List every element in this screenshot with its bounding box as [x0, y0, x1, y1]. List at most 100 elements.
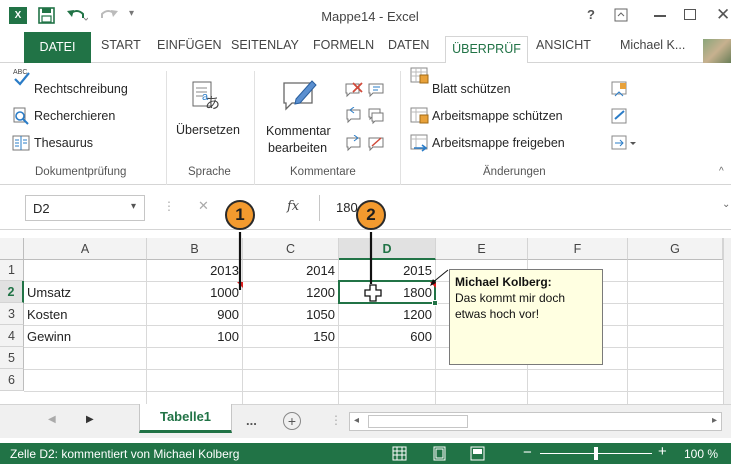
cell-d3[interactable]: 1200 [339, 305, 436, 325]
cell-a4[interactable]: Gewinn [27, 327, 147, 347]
cell-b3[interactable]: 900 [147, 305, 243, 325]
column-header-a[interactable]: A [24, 238, 147, 260]
row-header-5[interactable]: 5 [0, 347, 24, 369]
allow-ranges-icon[interactable] [611, 81, 629, 99]
zoom-level[interactable]: 100 % [684, 447, 718, 461]
row-header-6[interactable]: 6 [0, 369, 24, 391]
scroll-sheets-left-icon[interactable]: ◀ [48, 414, 56, 425]
close-button[interactable]: ✕ [716, 5, 730, 25]
tab-formulas[interactable]: FORMELN [313, 38, 374, 52]
avatar[interactable] [703, 39, 731, 63]
cell-b4[interactable]: 100 [147, 327, 243, 347]
track-changes-icon[interactable] [611, 108, 629, 126]
edit-comment-line1[interactable]: Kommentar [266, 124, 331, 138]
thesaurus-button[interactable]: Thesaurus [34, 136, 93, 150]
zoom-out-button[interactable]: − [523, 444, 532, 461]
separator [166, 71, 167, 185]
excel-logo-icon[interactable]: X [9, 7, 27, 24]
cell-c2[interactable]: 1200 [243, 283, 339, 303]
show-all-comments-icon[interactable] [367, 107, 385, 125]
tab-start[interactable]: START [101, 38, 141, 52]
expand-formula-bar-icon[interactable]: ⌄ [722, 199, 730, 210]
cancel-entry-icon[interactable]: ✕ [198, 198, 209, 214]
normal-view-icon[interactable] [392, 446, 407, 461]
column-header-b[interactable]: B [147, 238, 243, 260]
cell-c1[interactable]: 2014 [243, 261, 339, 281]
horizontal-scrollbar[interactable]: ◂ ▸ [349, 412, 722, 431]
edit-comment-line2[interactable]: bearbeiten [268, 141, 327, 155]
next-comment-icon[interactable] [344, 135, 364, 153]
ribbon-review: ABC Rechtschreibung Recherchieren Thesau… [0, 63, 731, 185]
show-ink-icon[interactable] [367, 135, 385, 153]
new-sheet-button[interactable]: + [283, 412, 301, 430]
column-header-d[interactable]: D [339, 238, 436, 260]
column-header-f[interactable]: F [528, 238, 628, 260]
column-header-e[interactable]: E [436, 238, 528, 260]
collapse-ribbon-icon[interactable]: ^ [719, 166, 724, 177]
cell-c4[interactable]: 150 [243, 327, 339, 347]
quick-access-dropdown-icon[interactable]: ▾ [129, 8, 134, 19]
maximize-button[interactable] [684, 9, 696, 20]
ribbon-display-options-icon[interactable] [614, 8, 628, 22]
column-header-c[interactable]: C [243, 238, 339, 260]
column-header-g[interactable]: G [628, 238, 723, 260]
tab-split-grip-icon[interactable]: ⋮ [330, 413, 342, 427]
vertical-scrollbar[interactable] [723, 238, 731, 404]
row-header-1[interactable]: 1 [0, 260, 24, 281]
row-header-2[interactable]: 2 [0, 281, 24, 303]
page-break-view-icon[interactable] [470, 446, 485, 461]
undo-icon[interactable] [66, 6, 88, 24]
track-changes-dropdown-icon[interactable] [611, 134, 637, 152]
more-sheets-button[interactable]: ... [246, 413, 257, 428]
delete-comment-icon[interactable] [344, 81, 364, 99]
scroll-right-icon[interactable]: ▸ [712, 415, 717, 426]
zoom-in-button[interactable]: + [658, 443, 667, 460]
tab-insert[interactable]: EINFÜGEN [157, 38, 222, 52]
save-icon[interactable] [38, 7, 55, 24]
protect-workbook-button[interactable]: Arbeitsmappe schützen [432, 109, 563, 123]
previous-comment-icon[interactable] [344, 107, 364, 125]
worksheet-grid[interactable]: A B C D E F G 1 2 3 4 5 6 2013 2014 2015… [0, 238, 731, 404]
scroll-thumb[interactable] [368, 415, 468, 428]
tab-file[interactable]: DATEI [24, 32, 91, 63]
spelling-button[interactable]: Rechtschreibung [34, 82, 128, 96]
show-comment-icon[interactable] [367, 81, 385, 99]
fill-handle[interactable] [432, 300, 438, 306]
tab-review[interactable]: ÜBERPRÜF [445, 36, 528, 64]
sheet-tab-bar: ◀ ▶ Tabelle1 ... + ⋮ ◂ ▸ [0, 404, 731, 438]
separator [400, 71, 401, 185]
cell-d4[interactable]: 600 [339, 327, 436, 347]
sheet-tab-label: Tabelle1 [159, 409, 212, 424]
select-all-corner[interactable] [0, 238, 24, 260]
cell-b1[interactable]: 2013 [147, 261, 243, 281]
research-button[interactable]: Recherchieren [34, 109, 115, 123]
minimize-button[interactable] [654, 15, 666, 17]
excel-window: X ▾ Mappe14 - Excel ? ✕ DATEI START EINF… [0, 0, 731, 464]
protect-sheet-button[interactable]: Blatt schützen [432, 82, 511, 96]
row-header-3[interactable]: 3 [0, 303, 24, 325]
cell-a2[interactable]: Umsatz [27, 283, 147, 303]
translate-button[interactable]: Übersetzen [176, 123, 240, 137]
tab-data[interactable]: DATEN [388, 38, 429, 52]
comment-box[interactable]: Michael Kolberg: Das kommt mir doch etwa… [449, 269, 603, 365]
scroll-left-icon[interactable]: ◂ [354, 415, 359, 426]
page-layout-view-icon[interactable] [432, 446, 447, 461]
name-box-dropdown-icon[interactable]: ▾ [131, 201, 136, 212]
cell-d1[interactable]: 2015 [339, 261, 436, 281]
cell-c3[interactable]: 1050 [243, 305, 339, 325]
cell-a3[interactable]: Kosten [27, 305, 147, 325]
row-header-4[interactable]: 4 [0, 325, 24, 347]
tab-page-layout[interactable]: SEITENLAY [231, 38, 299, 52]
sheet-tab-tabelle1[interactable]: Tabelle1 [139, 404, 232, 433]
name-box[interactable]: D2 ▾ [25, 195, 145, 221]
zoom-slider-thumb[interactable] [594, 447, 598, 460]
help-button[interactable]: ? [587, 7, 595, 22]
redo-icon[interactable] [99, 6, 121, 24]
tab-view[interactable]: ANSICHT [536, 38, 591, 52]
cell-b2[interactable]: 1000 [147, 283, 243, 303]
insert-function-button[interactable]: fx [287, 199, 299, 214]
share-workbook-button[interactable]: Arbeitsmappe freigeben [432, 136, 565, 150]
scroll-sheets-right-icon[interactable]: ▶ [86, 414, 94, 425]
formula-bar-grip-icon[interactable]: ⋮ [163, 199, 175, 213]
user-name[interactable]: Michael K... [620, 38, 685, 52]
